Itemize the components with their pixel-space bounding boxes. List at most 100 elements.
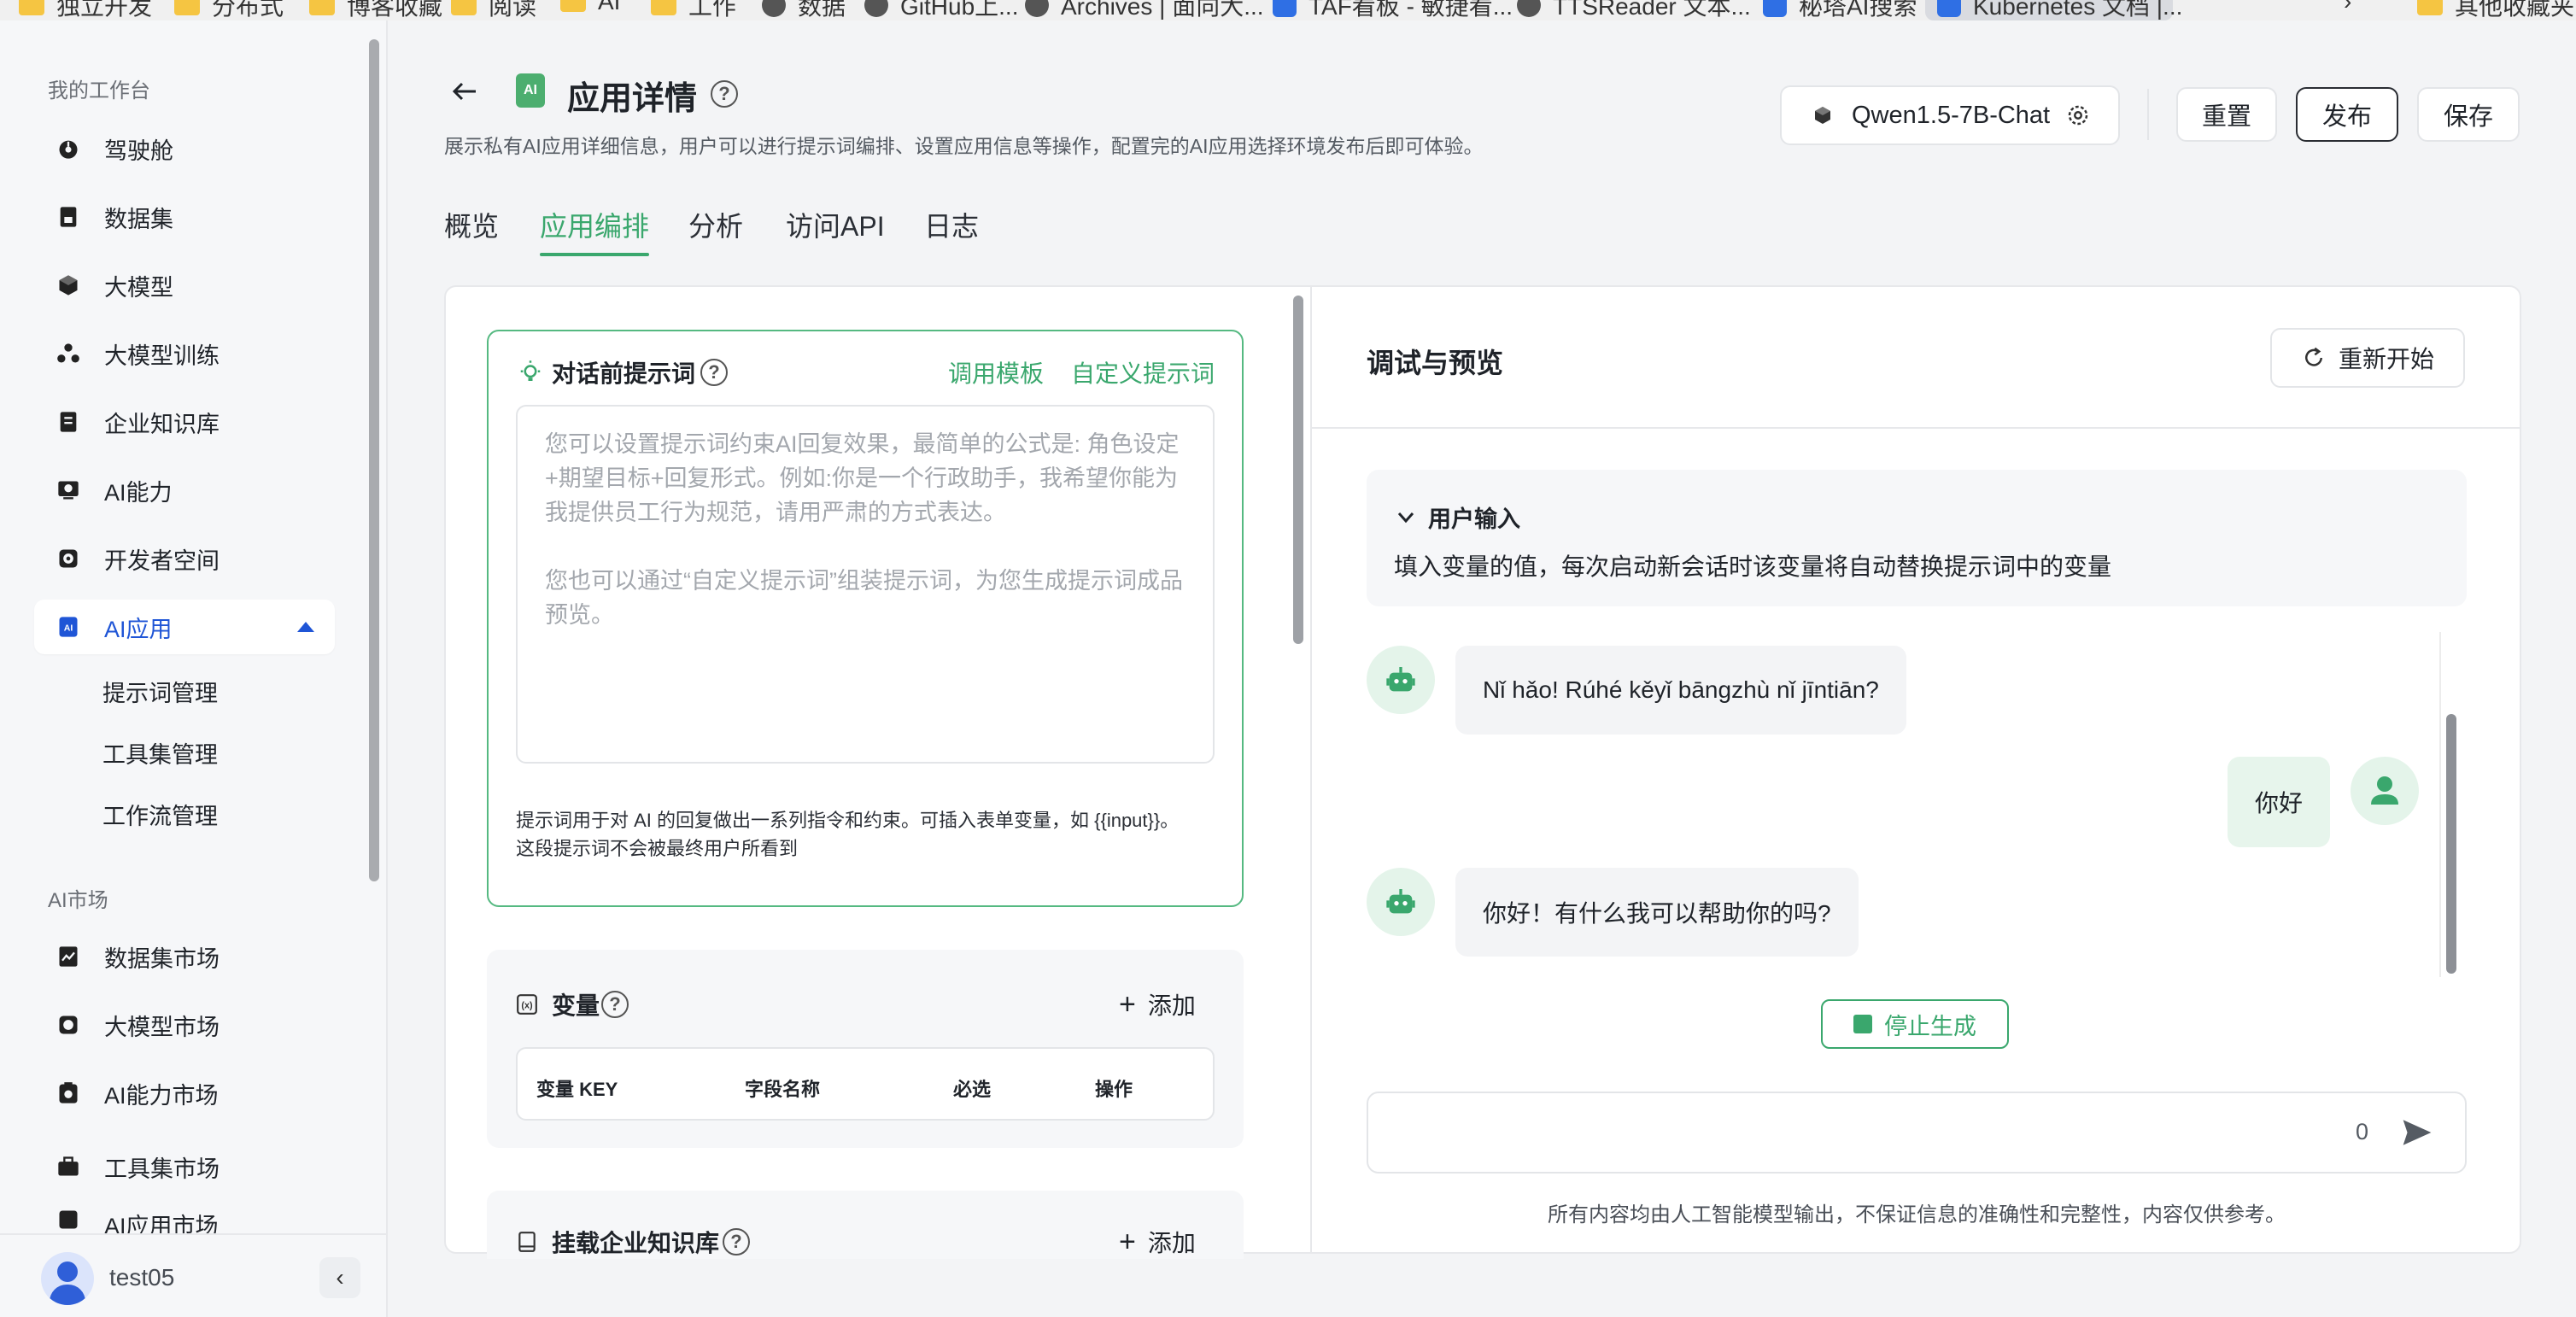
knowledge-title: 挂载企业知识库 — [552, 1230, 720, 1256]
prompt-header: 对话前提示词 — [518, 355, 695, 389]
user-input-section — [1367, 470, 2467, 606]
sidebar-item-ai-market[interactable]: AI能力市场 — [34, 1066, 335, 1121]
bookmark-item[interactable]: 秘塔AI搜索 — [1763, 0, 1917, 20]
tab-logs[interactable]: 日志 — [924, 205, 979, 244]
developer-icon — [56, 547, 80, 571]
bookmark-item[interactable]: 工作 — [651, 0, 736, 20]
editor-scrollbar[interactable] — [1293, 296, 1303, 644]
header-divider — [2147, 89, 2149, 140]
caret-up-icon[interactable] — [297, 622, 314, 632]
sidebar-item-toolset-market[interactable]: 工具集市场 — [34, 1139, 335, 1194]
bookmark-item[interactable]: 阅读 — [451, 0, 536, 20]
book-icon — [518, 1232, 536, 1252]
sidebar-item-dataset[interactable]: 数据集 — [34, 190, 335, 244]
sidebar-item-model-market[interactable]: 大模型市场 — [34, 998, 335, 1052]
collapse-sidebar-button[interactable]: ‹ — [319, 1257, 360, 1298]
user-input-description: 填入变量的值，每次启动新会话时该变量将自动替换提示词中的变量 — [1394, 553, 2112, 580]
site-icon — [1763, 0, 1787, 17]
help-icon[interactable]: ? — [601, 991, 629, 1018]
sidebar-scrollbar[interactable] — [369, 39, 379, 881]
bookmark-item[interactable]: 其他收藏夹 — [2417, 0, 2574, 20]
sidebar-item-dataset-market[interactable]: 数据集市场 — [34, 929, 335, 984]
help-icon[interactable]: ? — [723, 1228, 750, 1256]
call-template-link[interactable]: 调用模板 — [948, 355, 1044, 389]
bookmark-item[interactable]: TTSReader 文本... — [1517, 0, 1751, 20]
chat-input[interactable] — [1367, 1092, 2467, 1174]
active-tab-indicator — [540, 253, 649, 256]
send-icon[interactable] — [2400, 1117, 2434, 1148]
sidebar-item-dashboard[interactable]: 驾驶舱 — [34, 121, 335, 176]
model-selector[interactable]: Qwen1.5-7B-Chat — [1780, 85, 2120, 145]
sidebar-item-ai-ability[interactable]: AI能力 — [34, 463, 335, 518]
bookmark-item[interactable]: GitHub上... — [864, 0, 1018, 20]
chat-message-user: 你好 — [2228, 757, 2330, 847]
chat-scrollbar[interactable] — [2446, 714, 2456, 974]
folder-icon — [19, 0, 44, 15]
help-icon[interactable]: ? — [711, 80, 738, 108]
folder-icon — [309, 0, 335, 15]
sidebar-item-label: 开发者空间 — [104, 547, 220, 574]
sidebar-item-label: AI能力市场 — [104, 1082, 219, 1109]
robot-icon — [1386, 667, 1415, 692]
prompt-textarea[interactable]: 您可以设置提示词约束AI回复效果，最简单的公式是: 角色设定+期望目标+回复形式… — [516, 405, 1215, 764]
tab-api[interactable]: 访问API — [786, 205, 885, 244]
folder-icon — [2417, 0, 2443, 15]
kubernetes-icon — [1937, 0, 1961, 17]
app-icon: AI — [516, 73, 545, 108]
restart-icon — [2305, 347, 2322, 366]
sidebar-item-label: 企业知识库 — [104, 411, 220, 437]
sidebar-item-ai-app[interactable]: AI AI应用 — [34, 600, 335, 654]
folder-icon — [560, 0, 586, 12]
bookmark-item[interactable]: AI — [560, 0, 620, 15]
site-icon — [1273, 0, 1297, 17]
sidebar-item-developer[interactable]: 开发者空间 — [34, 531, 335, 586]
preview-title: 调试与预览 — [1367, 348, 1504, 378]
custom-prompt-link[interactable]: 自定义提示词 — [1071, 355, 1215, 389]
sidebar-footer: test05 ‹ — [0, 1233, 386, 1317]
cube-icon — [1815, 107, 1830, 124]
restart-button[interactable]: 重新开始 — [2270, 328, 2465, 388]
bookmark-item[interactable]: 独立开发 — [19, 0, 152, 20]
add-variable-button[interactable]: + 添加 — [1119, 987, 1196, 1021]
help-icon[interactable]: ? — [700, 359, 728, 386]
sidebar-item-knowledge-base[interactable]: 企业知识库 — [34, 395, 335, 449]
gear-icon[interactable] — [2065, 102, 2091, 128]
sidebar-item-app-market[interactable]: AI应用市场 — [34, 1208, 335, 1233]
tab-overview[interactable]: 概览 — [444, 205, 499, 244]
bookmarks-overflow[interactable]: › — [2344, 0, 2351, 15]
save-button[interactable]: 保存 — [2417, 87, 2520, 142]
ai-market-icon — [56, 1081, 80, 1105]
bookmark-item[interactable]: 分布式 — [174, 0, 284, 20]
bookmark-item[interactable]: Kubernetes 文档 |... — [1937, 0, 2182, 20]
stop-generation-button[interactable]: 停止生成 — [1821, 999, 2009, 1049]
sidebar-item-label: 大模型 — [104, 274, 173, 301]
sidebar-item-training[interactable]: 大模型训练 — [34, 326, 335, 381]
bookmark-item[interactable]: 数据 — [762, 0, 846, 20]
bookmark-item[interactable]: 博客收藏 — [309, 0, 442, 20]
tab-analysis[interactable]: 分析 — [688, 205, 743, 244]
dataset-icon — [56, 205, 80, 229]
reset-button[interactable]: 重置 — [2176, 87, 2277, 142]
restart-label: 重新开始 — [2338, 346, 2434, 372]
arrow-left-icon — [452, 82, 476, 101]
sidebar-subitem-workflow[interactable]: 工作流管理 — [102, 798, 218, 831]
tab-orchestration[interactable]: 应用编排 — [540, 205, 649, 244]
sidebar-item-label: 工具集市场 — [104, 1156, 220, 1182]
publish-button[interactable]: 发布 — [2296, 87, 2398, 142]
add-knowledge-button[interactable]: + 添加 — [1119, 1225, 1196, 1259]
back-button[interactable] — [441, 70, 489, 113]
knowledge-base-icon — [56, 410, 80, 434]
bookmark-item[interactable]: TAF看板 - 敏捷看... — [1273, 0, 1513, 20]
sidebar-item-label: 数据集市场 — [104, 945, 220, 972]
preview-divider — [1312, 427, 2521, 429]
table-header-action: 操作 — [1095, 1079, 1133, 1100]
user-input-header[interactable]: 用户输入 — [1397, 500, 1520, 534]
avatar[interactable] — [41, 1252, 94, 1305]
sidebar-subitem-toolset[interactable]: 工具集管理 — [102, 736, 218, 770]
sidebar-item-model[interactable]: 大模型 — [34, 258, 335, 313]
sidebar-item-label: AI能力 — [104, 479, 173, 506]
sidebar-subitem-prompt[interactable]: 提示词管理 — [102, 675, 218, 708]
sidebar-item-label: 驾驶舱 — [104, 138, 173, 164]
toolset-market-icon — [56, 1155, 80, 1179]
bookmark-item[interactable]: Archives | 面向大... — [1025, 0, 1264, 20]
